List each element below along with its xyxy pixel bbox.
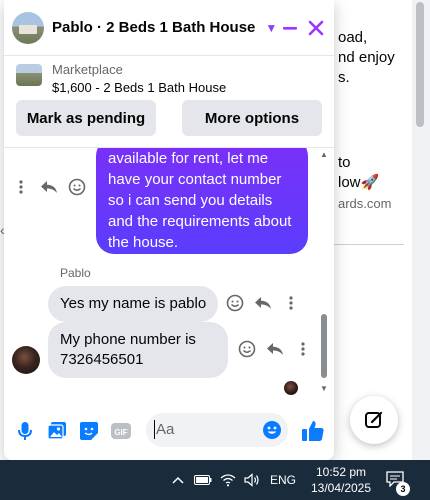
like-icon[interactable] [300, 418, 326, 444]
avatar[interactable] [12, 346, 40, 374]
emoji-icon[interactable] [262, 420, 282, 440]
more-icon[interactable] [280, 292, 302, 314]
clock-date: 13/04/2025 [310, 481, 372, 495]
reply-icon[interactable] [264, 338, 286, 360]
chat-window: Pablo · 2 Beds 1 Bath House ▼ Marketplac… [4, 0, 334, 460]
mark-as-pending-button[interactable]: Mark as pending [16, 100, 156, 136]
marketplace-banner: Marketplace $1,600 - 2 Beds 1 Bath House… [4, 56, 334, 148]
wifi-icon[interactable] [220, 471, 236, 489]
incoming-message[interactable]: Yes my name is pablo [48, 286, 219, 322]
bg-cta-line-1[interactable]: to [338, 153, 351, 172]
microphone-icon[interactable] [14, 420, 36, 442]
gif-icon-label: GIF [114, 428, 127, 437]
bg-site-link[interactable]: ards.com [338, 194, 391, 213]
clock-time: 10:52 pm [315, 465, 367, 479]
battery-icon[interactable] [194, 471, 212, 489]
bg-text-line-1: oad, [338, 29, 368, 46]
reply-icon[interactable] [252, 292, 274, 314]
message-input[interactable]: Aa [146, 413, 288, 447]
notification-count-badge: 3 [396, 482, 410, 496]
more-icon[interactable] [292, 338, 314, 360]
react-icon[interactable] [224, 292, 246, 314]
taskbar: ENG 10:52 pm 13/04/2025 3 [0, 460, 430, 500]
more-icon[interactable] [10, 176, 32, 198]
chat-scrollbar[interactable]: ▲ ▼ [318, 148, 330, 398]
scroll-up-icon[interactable]: ▲ [320, 150, 328, 159]
image-icon[interactable] [46, 420, 68, 442]
bg-cta-line-2[interactable]: low🚀 [338, 173, 379, 192]
marketplace-label: Marketplace [52, 62, 123, 77]
react-icon[interactable] [236, 338, 258, 360]
message-list[interactable]: available for rent, let me have your con… [4, 148, 334, 398]
gif-icon[interactable]: GIF [110, 420, 132, 442]
listing-title[interactable]: $1,600 - 2 Beds 1 Bath House [52, 80, 226, 95]
chevron-up-icon[interactable] [172, 471, 184, 489]
react-icon[interactable] [66, 176, 88, 198]
input-language[interactable]: ENG [270, 473, 296, 487]
incoming-message[interactable]: My phone number is 7326456501 [48, 322, 228, 378]
text-caret [154, 420, 155, 439]
page-scrollbar-thumb[interactable] [416, 2, 424, 127]
close-button[interactable] [302, 14, 330, 42]
scroll-down-icon[interactable]: ▼ [320, 384, 328, 393]
bg-divider [334, 244, 404, 245]
minimize-icon [283, 27, 297, 30]
listing-avatar[interactable] [12, 11, 44, 44]
clock[interactable]: 10:52 pm 13/04/2025 [306, 464, 376, 496]
bg-text-line-3: s. [338, 69, 350, 86]
chat-title[interactable]: Pablo · 2 Beds 1 Bath House [52, 19, 255, 36]
listing-thumbnail[interactable] [16, 64, 42, 86]
close-icon [308, 20, 324, 36]
compose-icon [365, 411, 383, 428]
minimize-button[interactable] [276, 14, 304, 42]
outgoing-message[interactable]: available for rent, let me have your con… [96, 148, 308, 254]
more-options-button[interactable]: More options [182, 100, 322, 136]
bg-text-line-2: nd enjoy [338, 49, 395, 66]
sender-name: Pablo [60, 266, 91, 280]
chat-scrollbar-thumb[interactable] [321, 314, 327, 378]
sticker-icon[interactable] [78, 420, 100, 442]
chat-header[interactable]: Pablo · 2 Beds 1 Bath House ▼ [4, 0, 334, 56]
volume-icon[interactable] [244, 471, 260, 489]
new-message-button[interactable] [350, 396, 398, 444]
composer: GIF Aa [4, 400, 334, 460]
message-input-placeholder: Aa [156, 421, 175, 438]
reply-icon[interactable] [38, 176, 60, 198]
seen-avatar [284, 381, 298, 395]
